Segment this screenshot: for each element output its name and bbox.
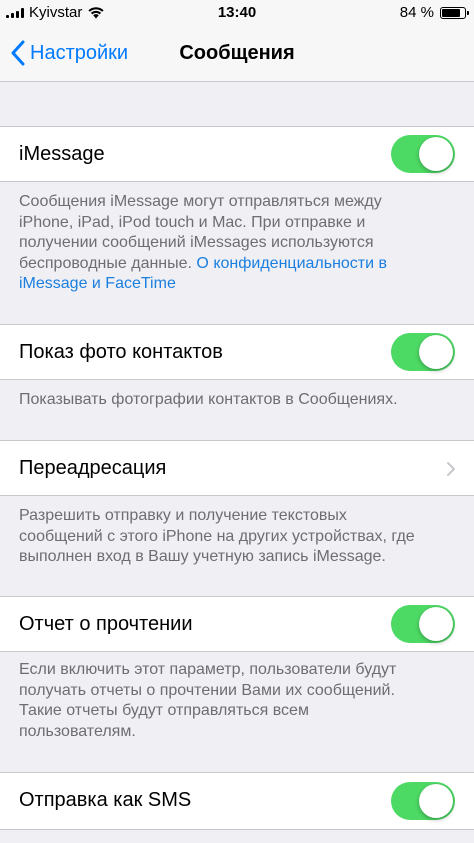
- status-bar: Kyivstar 13:40 84 %: [0, 0, 474, 26]
- imessage-footer: Сообщения iMessage могут отправляться ме…: [19, 192, 419, 295]
- chevron-right-icon: [447, 462, 455, 476]
- read-receipts-toggle[interactable]: [391, 605, 455, 643]
- imessage-cell: iMessage: [0, 126, 474, 182]
- send-as-sms-cell: Отправка как SMS: [0, 772, 474, 830]
- battery-percent: 84 %: [399, 4, 434, 21]
- forwarding-label: Переадресация: [19, 457, 167, 479]
- toggle-knob: [419, 607, 453, 641]
- contact-photos-footer: Показывать фотографии контактов в Сообще…: [19, 391, 398, 408]
- forwarding-cell[interactable]: Переадресация: [0, 440, 474, 496]
- imessage-toggle[interactable]: [391, 135, 455, 173]
- contact-photos-label: Показ фото контактов: [19, 341, 223, 363]
- toggle-knob: [419, 335, 453, 369]
- imessage-label: iMessage: [19, 143, 105, 165]
- battery-icon: [440, 6, 469, 19]
- read-receipts-label: Отчет о прочтении: [19, 613, 193, 635]
- status-right: 84 %: [399, 4, 469, 21]
- toggle-knob: [419, 784, 453, 818]
- send-as-sms-label: Отправка как SMS: [19, 789, 192, 811]
- battery-fill: [442, 8, 461, 17]
- read-receipts-footer: Если включить этот параметр, пользовател…: [19, 661, 397, 740]
- contact-photos-toggle[interactable]: [391, 333, 455, 371]
- read-receipts-cell: Отчет о прочтении: [0, 596, 474, 652]
- navigation-bar: Настройки Сообщения: [0, 26, 474, 82]
- forwarding-footer: Разрешить отправку и получение текстовых…: [19, 507, 415, 565]
- page-title: Сообщения: [179, 42, 295, 64]
- contact-photos-cell: Показ фото контактов: [0, 324, 474, 380]
- toggle-knob: [419, 137, 453, 171]
- send-as-sms-toggle[interactable]: [391, 782, 455, 820]
